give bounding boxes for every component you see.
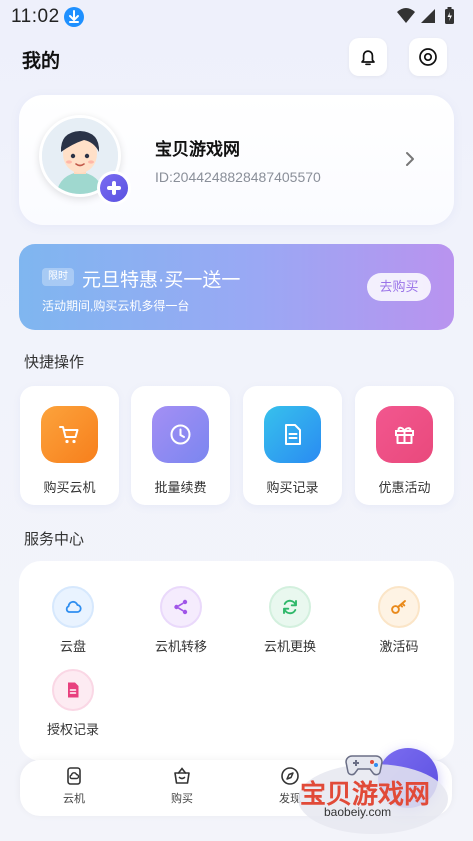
page-title: 我的 [22,51,61,72]
quick-label: 购买云机 [43,480,96,495]
quick-actions-title: 快捷操作 [24,354,85,371]
download-icon [64,7,84,27]
service-label: 云盘 [59,639,86,654]
promo-buy-button[interactable]: 去购买 [367,273,431,301]
key-icon [378,586,420,628]
service-label: 云机转移 [154,639,207,654]
status-indicators [395,6,465,26]
service-activation-code[interactable]: 激活码 [348,586,448,656]
gift-icon [376,406,433,463]
nav-buy[interactable]: 购买 [152,766,212,806]
settings-button[interactable] [409,38,447,76]
quick-purchase-records[interactable]: 购买记录 [243,386,342,505]
status-bar: 11:02 [0,0,473,32]
site-watermark: 宝贝游戏网 baobeiy.com [298,750,448,834]
service-label: 激活码 [379,639,419,654]
nav-label: 购买 [171,793,193,805]
clock-icon [152,406,209,463]
service-label: 授权记录 [46,722,99,737]
settings-icon [419,48,437,66]
nav-label: 云机 [63,793,85,805]
quick-label: 购买记录 [266,480,319,495]
chevron-right-icon [406,152,414,166]
service-authorization-records[interactable]: 授权记录 [22,669,122,739]
profile-id: ID:2044248828487405570 [155,169,321,185]
basket-icon [174,767,190,784]
quick-batch-renew[interactable]: 批量续费 [131,386,230,505]
profile-card[interactable]: 宝贝游戏网 ID:2044248828487405570 [19,95,454,225]
file-icon [52,669,94,711]
cloud-phone-icon [67,767,81,785]
promo-subtitle: 活动期间,购买云机多得一台 [42,299,190,313]
add-avatar-button[interactable] [97,171,131,205]
service-label: 云机更换 [263,639,316,654]
promo-banner[interactable]: 限时 元旦特惠·买一送一 活动期间,购买云机多得一台 去购买 [19,244,454,330]
cloud-icon [52,586,94,628]
nav-cloud-phone[interactable]: 云机 [44,766,104,806]
quick-promotions[interactable]: 优惠活动 [355,386,454,505]
service-panel: 云盘 云机转移 云机更换 激活码 授权记录 [19,561,454,761]
cart-icon [41,406,98,463]
document-icon [264,406,321,463]
bell-icon [361,50,375,66]
refresh-icon [269,586,311,628]
watermark-url: baobeiy.com [324,805,392,819]
signal-icon [421,9,435,23]
service-center-title: 服务中心 [24,531,85,548]
service-cloud-replace[interactable]: 云机更换 [239,586,339,656]
profile-name: 宝贝游戏网 [155,140,240,159]
service-cloud-transfer[interactable]: 云机转移 [130,586,230,656]
share-icon [160,586,202,628]
quick-label: 批量续费 [154,480,207,495]
quick-buy-cloud-phone[interactable]: 购买云机 [20,386,119,505]
status-time: 11:02 [11,6,60,27]
promo-tag: 限时 [42,268,74,286]
notification-button[interactable] [349,38,387,76]
service-cloud-disk[interactable]: 云盘 [22,586,122,656]
wifi-icon [397,8,415,23]
battery-icon [445,7,454,24]
compass-icon [281,767,299,785]
quick-label: 优惠活动 [378,480,431,495]
promo-title: 元旦特惠·买一送一 [82,270,241,291]
